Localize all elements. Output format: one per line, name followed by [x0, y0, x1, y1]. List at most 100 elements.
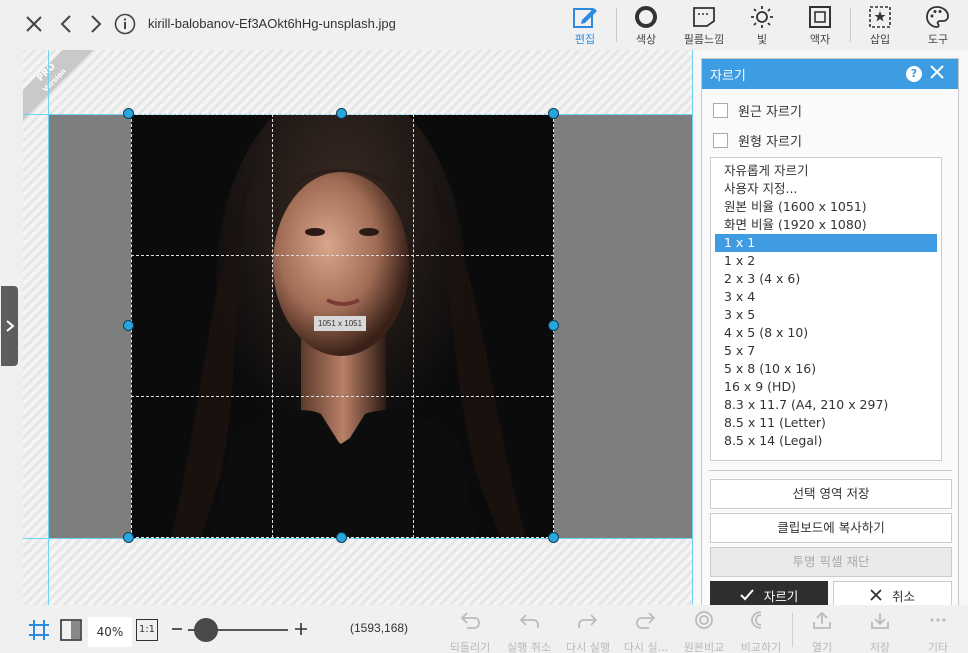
zoom-level[interactable]: 40% [88, 617, 132, 647]
canvas[interactable]: PRO Version 1051 x 1051 [23, 50, 693, 605]
circle-crop-option[interactable]: 원형 자르기 [713, 131, 802, 150]
divider [708, 470, 952, 471]
crop-handle-right[interactable] [548, 320, 559, 331]
redo-all-icon [618, 609, 674, 631]
crop-handle-left[interactable] [123, 320, 134, 331]
forward-icon[interactable] [84, 12, 108, 36]
crop-handle-top-right[interactable] [548, 108, 559, 119]
ratio-item[interactable]: 1 x 2 [715, 252, 937, 270]
circle-crop-checkbox[interactable] [713, 133, 728, 148]
zoom-out-icon[interactable] [171, 622, 183, 639]
ratio-item[interactable]: 3 x 5 [715, 306, 937, 324]
ratio-item[interactable]: 8.3 x 11.7 (A4, 210 x 297) [715, 396, 937, 414]
close-icon[interactable] [22, 12, 46, 36]
ratio-item[interactable]: 화면 비율 (1920 x 1080) [715, 216, 937, 234]
crop-panel: 자르기 ? 원근 자르기 원형 자르기 자유롭게 자르기 사용자 지정... 원… [701, 58, 959, 612]
ratio-item[interactable]: 자유롭게 자르기 [715, 162, 937, 180]
filename: kirill-balobanov-Ef3AOkt6hHg-unsplash.jp… [148, 16, 396, 31]
undo-icon [501, 609, 557, 631]
action-label: 저장 [869, 641, 891, 653]
divider [792, 613, 793, 647]
zoom-slider-knob[interactable] [194, 618, 218, 642]
save-selection-button[interactable]: 선택 영역 저장 [710, 479, 952, 509]
close-icon[interactable] [930, 65, 946, 81]
redo-icon [560, 609, 616, 631]
film-icon [676, 4, 732, 30]
ratio-item[interactable]: 2 x 3 (4 x 6) [715, 270, 937, 288]
crop-handle-bottom[interactable] [336, 532, 347, 543]
ratio-item[interactable]: 8.5 x 14 (Legal) [715, 432, 937, 450]
perspective-crop-option[interactable]: 원근 자르기 [713, 101, 802, 120]
ratio-item[interactable]: 5 x 8 (10 x 16) [715, 360, 937, 378]
compare-view-icon[interactable] [60, 619, 82, 644]
ratio-item-selected[interactable]: 1 x 1 [715, 234, 937, 252]
undo-button[interactable]: 실행 취소 [501, 609, 557, 653]
tool-label: 액자 [809, 33, 831, 46]
ratio-item[interactable]: 16 x 9 (HD) [715, 378, 937, 396]
redo-all-button[interactable]: 다시 실... [618, 609, 674, 653]
grid-icon[interactable] [28, 619, 50, 644]
ratio-item[interactable]: 4 x 5 (8 x 10) [715, 324, 937, 342]
compare-original-icon [676, 609, 732, 631]
trim-transparent-button[interactable]: 투명 픽셀 재단 [710, 547, 952, 577]
ratio-item[interactable]: 8.5 x 11 (Letter) [715, 414, 937, 432]
ratio-list[interactable]: 자유롭게 자르기 사용자 지정... 원본 비율 (1600 x 1051) 화… [710, 157, 942, 461]
tool-edit[interactable]: 편집 [557, 4, 613, 48]
checkbox-label: 원근 자르기 [738, 105, 802, 120]
sidebar-toggle[interactable] [1, 286, 18, 366]
redo-button[interactable]: 다시 실행 [560, 609, 616, 653]
more-icon [910, 609, 966, 631]
open-button[interactable]: 열기 [794, 609, 850, 653]
crop-button-label: 자르기 [763, 588, 799, 604]
tool-light[interactable]: 빛 [734, 4, 790, 48]
edit-icon [557, 4, 613, 30]
crop-handle-top[interactable] [336, 108, 347, 119]
ratio-item[interactable]: 5 x 7 [715, 342, 937, 360]
crop-handle-bottom-right[interactable] [548, 532, 559, 543]
ratio-item[interactable]: 3 x 4 [715, 288, 937, 306]
perspective-crop-checkbox[interactable] [713, 103, 728, 118]
tool-label: 빛 [756, 33, 768, 46]
panel-title: 자르기 [710, 68, 746, 84]
undo-all-button[interactable]: 되돌리기 [442, 609, 498, 653]
copy-clipboard-button[interactable]: 클립보드에 복사하기 [710, 513, 952, 543]
light-icon [734, 4, 790, 30]
compare-original-button[interactable]: 원본비교 [676, 609, 732, 653]
crop-panel-header: 자르기 ? [702, 59, 958, 89]
info-icon[interactable] [113, 12, 137, 36]
action-label: 다시 실행 [566, 641, 610, 653]
help-icon[interactable]: ? [906, 66, 922, 82]
color-icon [618, 4, 674, 30]
ratio-item[interactable]: 사용자 지정... [715, 180, 937, 198]
tool-label: 필름느낌 [683, 33, 725, 46]
undo-all-icon [442, 609, 498, 631]
tool-tools[interactable]: 도구 [910, 4, 966, 48]
guide-line [48, 50, 49, 605]
tool-frame[interactable]: 액자 [792, 4, 848, 48]
action-label: 원본비교 [683, 641, 725, 653]
save-button[interactable]: 저장 [852, 609, 908, 653]
compare-icon [733, 609, 789, 631]
crop-handle-top-left[interactable] [123, 108, 134, 119]
tool-insert[interactable]: 삽입 [852, 4, 908, 48]
tool-film[interactable]: 필름느낌 [676, 4, 732, 48]
check-icon [740, 589, 754, 601]
back-icon[interactable] [54, 12, 78, 36]
actual-size-button[interactable]: 1:1 [136, 619, 158, 641]
frame-icon [792, 4, 848, 30]
compare-button[interactable]: 비교하기 [733, 609, 789, 653]
tool-label: 도구 [927, 33, 949, 46]
cursor-coordinates: (1593,168) [350, 621, 409, 635]
insert-icon [852, 4, 908, 30]
crop-handle-bottom-left[interactable] [123, 532, 134, 543]
zoom-in-icon[interactable] [294, 622, 308, 639]
top-toolbar: kirill-balobanov-Ef3AOkt6hHg-unsplash.jp… [0, 0, 968, 50]
open-icon [794, 609, 850, 631]
selection-size-label: 1051 x 1051 [314, 316, 367, 331]
tool-color[interactable]: 색상 [618, 4, 674, 48]
guide-line [692, 50, 693, 605]
palette-icon [910, 4, 966, 30]
close-icon [870, 589, 882, 601]
ratio-item[interactable]: 원본 비율 (1600 x 1051) [715, 198, 937, 216]
more-button[interactable]: 기타 [910, 609, 966, 653]
